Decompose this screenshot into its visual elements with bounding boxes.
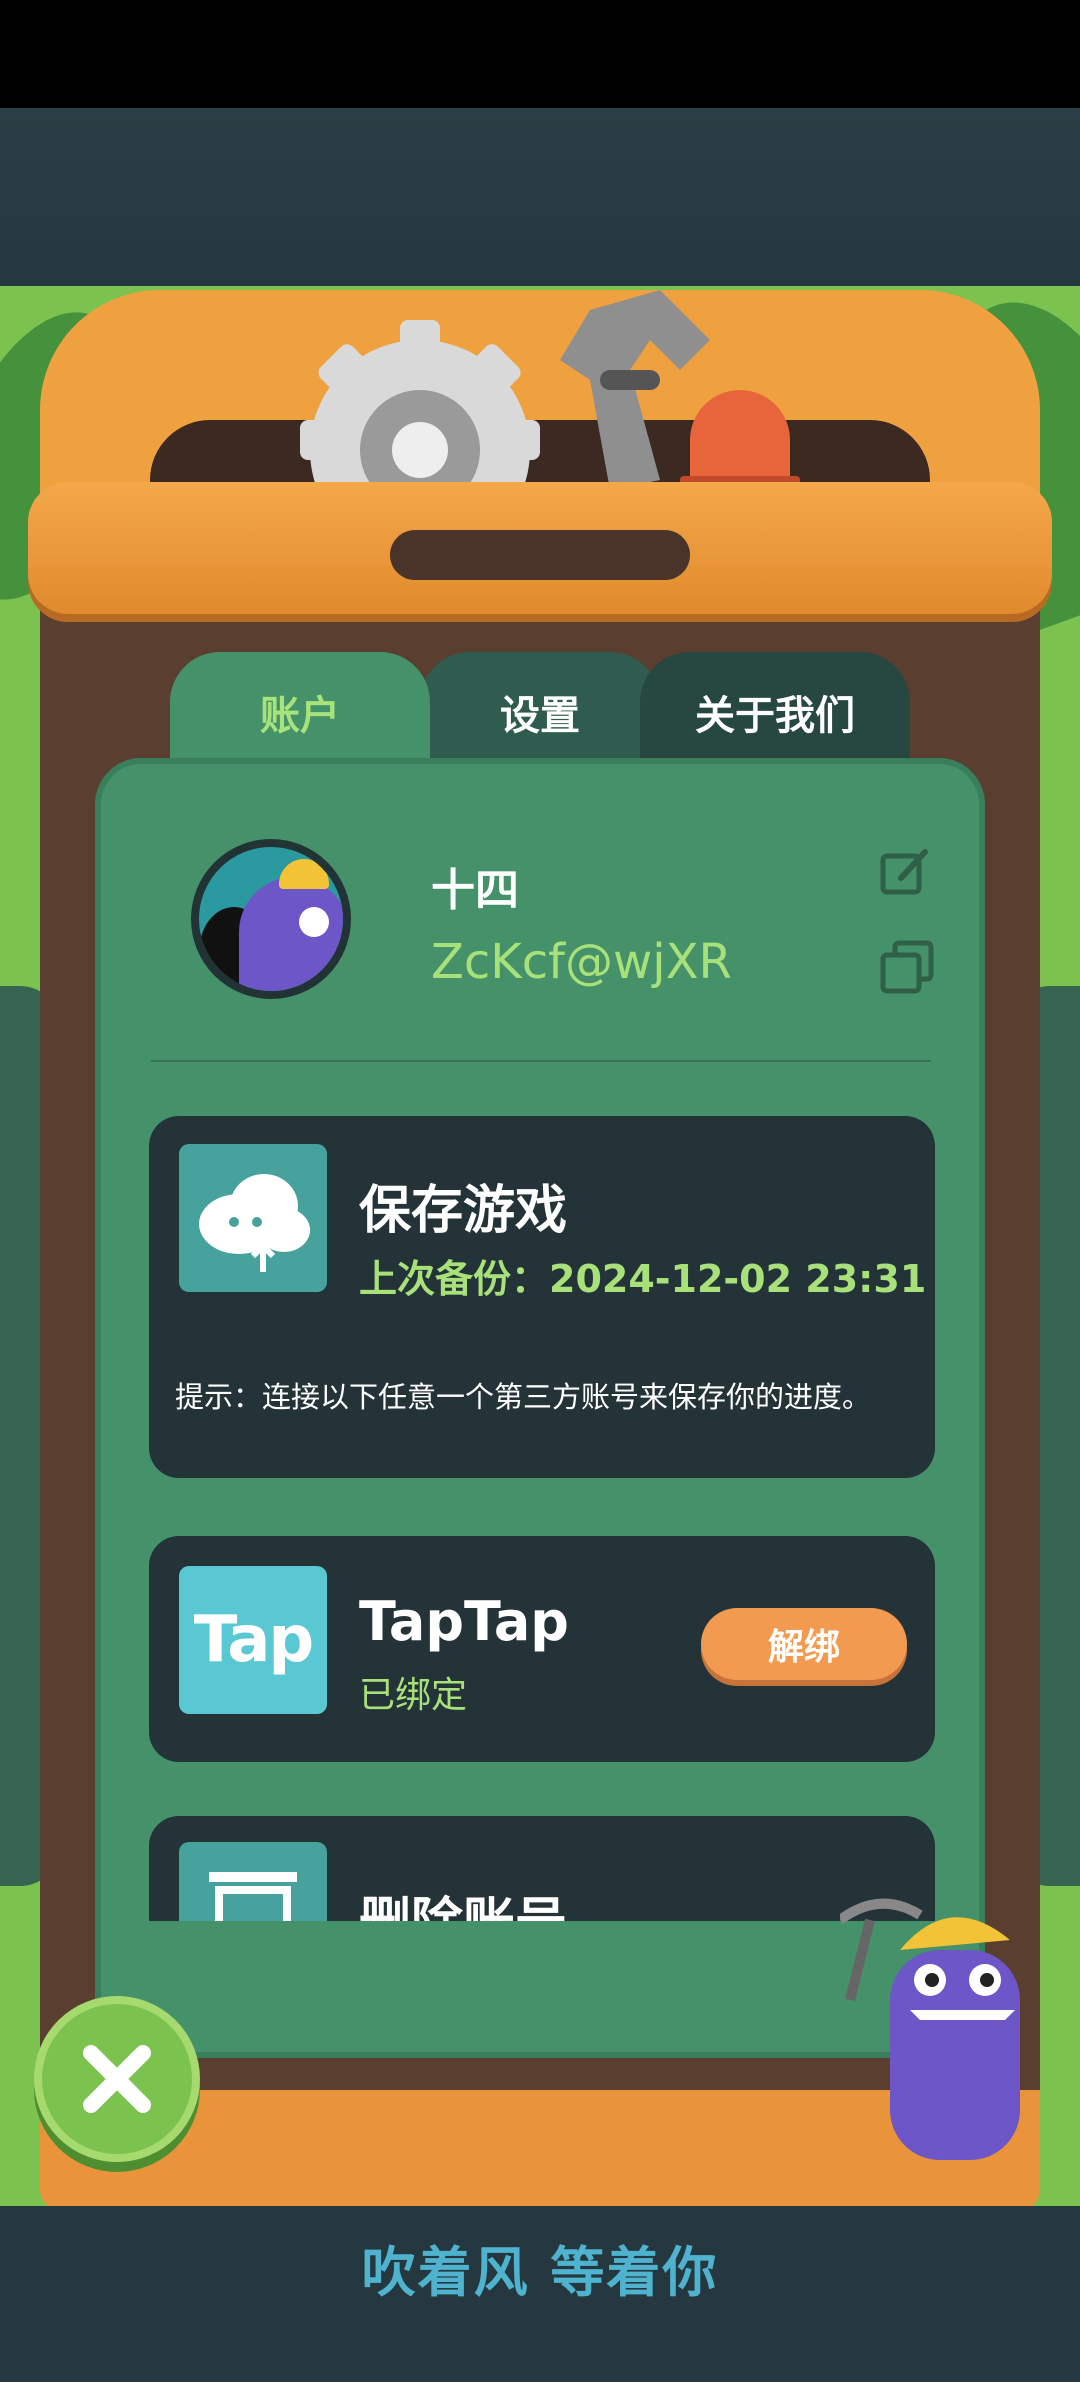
tagline: 吹着风 等着你	[361, 2241, 719, 2304]
lid-handle	[390, 530, 690, 580]
save-game-title: 保存游戏	[359, 1181, 568, 1241]
tab-about-us[interactable]: 关于我们	[640, 652, 910, 772]
copy-icon[interactable]	[879, 939, 935, 995]
taptap-name: TapTap	[359, 1590, 569, 1653]
taptap-status: 已绑定	[359, 1675, 468, 1716]
account-panel: 十四 ZcKcf@wjXR 保存游戏 上次备份：2024-12-02 23:31…	[95, 758, 985, 2058]
cloud-upload-icon	[179, 1144, 327, 1292]
taptap-logo: Tap	[179, 1566, 327, 1714]
siren-icon	[680, 390, 800, 490]
user-id: ZcKcf@wjXR	[431, 934, 732, 990]
mascot-dino	[840, 1898, 1020, 2160]
tab-settings[interactable]: 设置	[420, 652, 660, 772]
save-game-card: 保存游戏 上次备份：2024-12-02 23:31:37 提示：连接以下任意一…	[149, 1116, 935, 1478]
tab-account[interactable]: 账户	[170, 652, 430, 772]
avatar[interactable]	[191, 839, 351, 999]
divider	[151, 1060, 931, 1062]
close-icon	[83, 2045, 151, 2113]
save-hint: 提示：连接以下任意一个第三方账号来保存你的进度。	[175, 1380, 872, 1414]
top-band	[0, 108, 1080, 286]
close-button[interactable]	[34, 1996, 200, 2162]
unbind-button[interactable]: 解绑	[701, 1608, 907, 1680]
last-backup-time: 上次备份：2024-12-02 23:31:37	[359, 1257, 925, 1301]
edit-icon[interactable]	[879, 846, 931, 898]
taptap-card: Tap TapTap 已绑定 解绑	[149, 1536, 935, 1762]
username: 十四	[431, 865, 519, 916]
status-bar	[0, 0, 1080, 108]
